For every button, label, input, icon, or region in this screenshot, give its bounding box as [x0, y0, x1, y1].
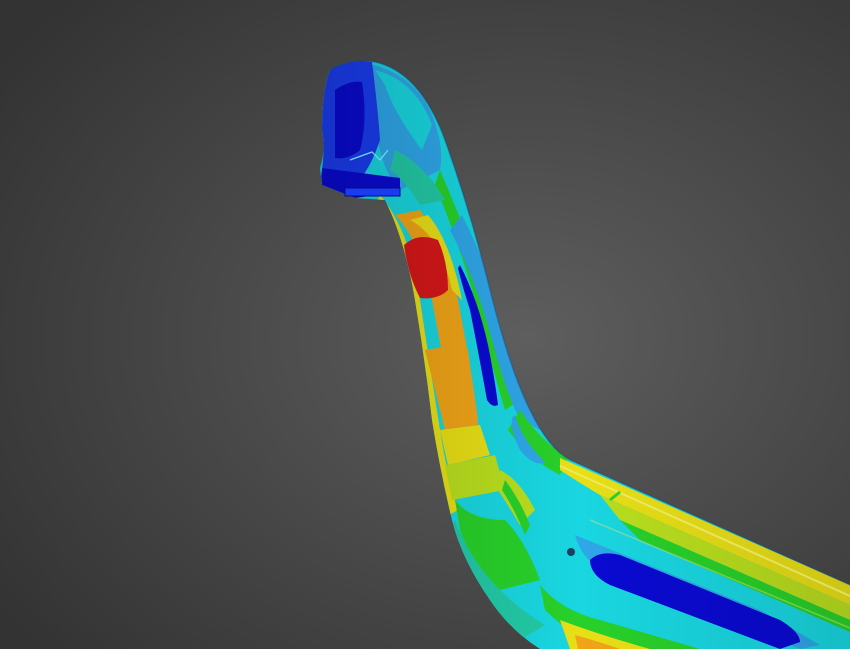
- render-viewport[interactable]: [0, 0, 850, 649]
- stress-render: [0, 0, 850, 649]
- bolt-feature: [344, 187, 401, 197]
- hole-feature: [567, 548, 575, 556]
